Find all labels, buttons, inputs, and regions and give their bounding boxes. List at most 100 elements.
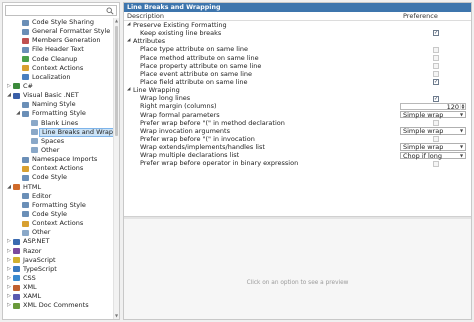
tree-item-label: ASP.NET (23, 237, 50, 246)
tree-item-asp-net[interactable]: ▷ ASP.NET (3, 237, 114, 246)
option-checkbox[interactable] (433, 119, 439, 126)
option-row-wrap-extends-implements-handles-list[interactable]: Wrap extends/implements/handles list Simp… (124, 143, 471, 151)
option-row-place-method-attribute-on-same-line[interactable]: Place method attribute on same line (124, 54, 471, 62)
option-row-wrap-long-lines[interactable]: Wrap long lines ✓ (124, 94, 471, 102)
tree-item-context-actions[interactable]: Context Actions (3, 64, 114, 73)
expand-toggle-icon[interactable]: ▷ (6, 256, 12, 265)
tree-item-xml-doc-comments[interactable]: ▷ XML Doc Comments (3, 301, 114, 310)
tree-search-input[interactable] (5, 5, 117, 16)
expand-toggle-icon[interactable]: ◢ (6, 91, 12, 100)
option-row-keep-existing-line-breaks[interactable]: Keep existing line breaks ✓ (124, 29, 471, 37)
expand-toggle-icon[interactable]: ▷ (6, 82, 12, 91)
option-label: Right margin (columns) (140, 102, 217, 111)
option-row-place-event-attribute-on-same-line[interactable]: Place event attribute on same line (124, 70, 471, 78)
expand-toggle-icon[interactable]: ▷ (6, 301, 12, 310)
scroll-up-icon[interactable]: ▲ (114, 18, 119, 24)
option-row-place-field-attribute-on-same-line[interactable]: Place field attribute on same line ✓ (124, 78, 471, 86)
option-row-place-property-attribute-on-same-line[interactable]: Place property attribute on same line (124, 62, 471, 70)
tree-item-context-actions[interactable]: Context Actions (3, 219, 114, 228)
spinner-icon[interactable]: ▲ ▼ (460, 103, 465, 110)
settings-page-icon (22, 165, 29, 172)
option-row-right-margin-columns[interactable]: Right margin (columns) 120 ▲ ▼ (124, 102, 471, 111)
expand-toggle-icon[interactable]: ▷ (6, 237, 12, 246)
collapse-group-icon[interactable]: ◢ (127, 21, 130, 29)
option-checkbox[interactable]: ✓ (433, 95, 439, 102)
right-margin-input[interactable]: 120 ▲ ▼ (400, 102, 466, 111)
expand-toggle-icon[interactable]: ▷ (6, 265, 12, 274)
option-group-preserve-existing-formatting[interactable]: ◢ Preserve Existing Formatting (124, 21, 471, 29)
tree-item-visual-basic-net[interactable]: ◢ Visual Basic .NET (3, 91, 114, 100)
tree-item-c[interactable]: ▷ C# (3, 82, 114, 91)
tree-item-javascript[interactable]: ▷ JavaScript (3, 256, 114, 265)
tree-item-typescript[interactable]: ▷ TypeScript (3, 265, 114, 274)
option-dropdown[interactable]: Chop if long ▼ (400, 151, 466, 160)
tree-item-context-actions[interactable]: Context Actions (3, 164, 114, 173)
option-group-attributes[interactable]: ◢ Attributes (124, 37, 471, 45)
tree-item-blank-lines[interactable]: Blank Lines (3, 119, 114, 128)
option-checkbox[interactable]: ✓ (433, 30, 439, 37)
option-row-wrap-multiple-declarations-list[interactable]: Wrap multiple declarations list Chop if l… (124, 151, 471, 159)
tree-item-code-style[interactable]: Code Style (3, 210, 114, 219)
tree-item-label: Formatting Style (32, 200, 86, 209)
tree-item-code-style-sharing[interactable]: Code Style Sharing (3, 18, 114, 27)
option-row-wrap-invocation-arguments[interactable]: Wrap invocation arguments Simple wrap ▼ (124, 127, 471, 135)
tree-item-file-header-text[interactable]: File Header Text (3, 45, 114, 54)
tree-item-spaces[interactable]: Spaces (3, 137, 114, 146)
tree-item-localization[interactable]: Localization (3, 73, 114, 82)
settings-page-icon (22, 46, 29, 53)
tree-item-label: File Header Text (32, 45, 84, 54)
option-group-line-wrapping[interactable]: ◢ Line Wrapping (124, 86, 471, 94)
option-dropdown[interactable]: Simple wrap ▼ (400, 127, 466, 135)
tree-item-xml[interactable]: ▷ XML (3, 283, 114, 292)
tree-item-code-cleanup[interactable]: Code Cleanup (3, 55, 114, 64)
tree-item-razor[interactable]: ▷ Razor (3, 247, 114, 256)
collapse-group-icon[interactable]: ◢ (127, 86, 130, 94)
expand-toggle-icon[interactable]: ▷ (6, 292, 12, 301)
option-label: Prefer wrap before operator in binary ex… (140, 159, 299, 168)
option-checkbox[interactable] (433, 160, 439, 167)
tree-item-html[interactable]: ◢ HTML (3, 183, 114, 192)
option-checkbox[interactable] (433, 54, 439, 61)
tree-item-other[interactable]: Other (3, 228, 114, 237)
option-checkbox[interactable]: ✓ (433, 79, 439, 86)
expand-toggle-icon[interactable]: ▷ (6, 283, 12, 292)
panel-title: Line Breaks and Wrapping (124, 3, 471, 12)
option-row-place-type-attribute-on-same-line[interactable]: Place type attribute on same line (124, 45, 471, 53)
option-dropdown[interactable]: Simple wrap ▼ (400, 143, 466, 151)
expand-toggle-icon[interactable]: ◢ (15, 109, 21, 118)
settings-page-icon (31, 138, 38, 145)
option-row-wrap-formal-parameters[interactable]: Wrap formal parameters Simple wrap ▼ (124, 111, 471, 119)
option-checkbox[interactable] (433, 71, 439, 78)
option-checkbox[interactable] (433, 46, 439, 53)
chevron-down-icon[interactable]: ▼ (458, 128, 465, 134)
tree-item-formatting-style[interactable]: ◢ Formatting Style (3, 109, 114, 118)
collapse-group-icon[interactable]: ◢ (127, 37, 130, 45)
expand-toggle-icon[interactable]: ▷ (6, 247, 12, 256)
chevron-down-icon[interactable]: ▼ (458, 112, 465, 118)
chevron-down-icon[interactable]: ▼ (458, 144, 465, 150)
tree-item-namespace-imports[interactable]: Namespace Imports (3, 155, 114, 164)
chevron-down-icon[interactable]: ▼ (458, 153, 465, 159)
scrollbar-thumb[interactable] (115, 26, 118, 136)
tree-scrollbar[interactable]: ▲ ▼ (113, 18, 119, 319)
option-row-prefer-wrap-before-in-invocation[interactable]: Prefer wrap before "(" in invocation (124, 135, 471, 143)
tree-item-code-style[interactable]: Code Style (3, 173, 114, 182)
tree-item-general-formatter-style[interactable]: General Formatter Style (3, 27, 114, 36)
expand-toggle-icon[interactable]: ▷ (6, 274, 12, 283)
scroll-down-icon[interactable]: ▼ (114, 313, 119, 319)
option-row-prefer-wrap-before-operator-in-binary-expression[interactable]: Prefer wrap before operator in binary ex… (124, 159, 471, 167)
tree-item-css[interactable]: ▷ CSS (3, 274, 114, 283)
option-row-prefer-wrap-before-in-method-declaration[interactable]: Prefer wrap before "(" in method declara… (124, 119, 471, 127)
tree-item-other[interactable]: Other (3, 146, 114, 155)
tree-item-editor[interactable]: Editor (3, 192, 114, 201)
expand-toggle-icon[interactable]: ◢ (6, 183, 12, 192)
tree-item-formatting-style[interactable]: Formatting Style (3, 201, 114, 210)
tree-item-naming-style[interactable]: Naming Style (3, 100, 114, 109)
option-dropdown[interactable]: Simple wrap ▼ (400, 110, 466, 119)
option-checkbox[interactable] (433, 63, 439, 69)
tree-item-xaml[interactable]: ▷ XAML (3, 292, 114, 301)
option-checkbox[interactable] (433, 136, 439, 143)
tree-item-line-breaks-and-wrapping[interactable]: Line Breaks and Wrapping (3, 127, 119, 138)
tree-item-members-generation[interactable]: Members Generation (3, 36, 114, 45)
